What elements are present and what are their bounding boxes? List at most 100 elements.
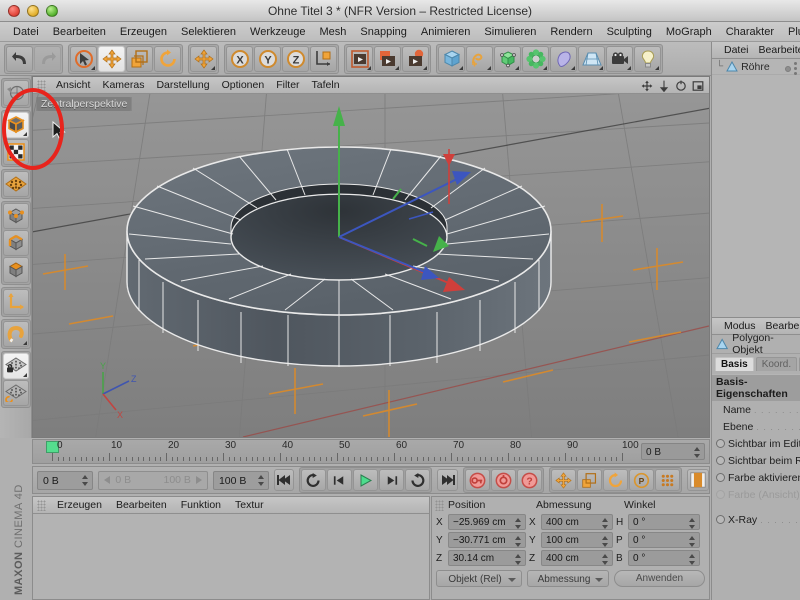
stepper-arrows-icon[interactable] (515, 518, 522, 529)
deformer-button[interactable] (550, 46, 577, 72)
menu-item-charakter[interactable]: Charakter (719, 22, 781, 42)
key-parameter-button[interactable]: P (629, 469, 654, 491)
points-mode-button[interactable] (3, 171, 29, 197)
workplane-button[interactable] (3, 380, 29, 406)
size-mode-dropdown[interactable]: Abmessung (527, 570, 609, 587)
points-component-button[interactable] (3, 203, 29, 229)
next-key-button[interactable] (405, 469, 430, 491)
lock-x-axis-button[interactable]: X (226, 46, 253, 72)
menu-item-selektieren[interactable]: Selektieren (174, 22, 243, 42)
render-region-button[interactable] (374, 46, 401, 72)
tab-basis[interactable]: Basis (715, 357, 754, 371)
menu-item-plugins[interactable]: Plug-ins (781, 22, 800, 42)
viewport-menu-optionen[interactable]: Optionen (216, 77, 271, 94)
keying-help-button[interactable]: ? (517, 469, 542, 491)
viewport-menu-ansicht[interactable]: Ansicht (50, 77, 96, 94)
step-forward-button[interactable] (379, 469, 404, 491)
timeline-end-field[interactable]: 0 B (641, 443, 705, 460)
array-button[interactable] (522, 46, 549, 72)
undo-button[interactable] (6, 46, 33, 72)
property-visible-render[interactable]: Sichtbar beim Rendern (712, 452, 800, 469)
object-menu-datei[interactable]: Datei (719, 42, 754, 59)
stepper-arrows-icon[interactable] (689, 554, 696, 565)
position-x-field[interactable]: −25.969 cm (448, 514, 526, 530)
property-color-view[interactable]: Farbe (Ansicht) . . (712, 486, 800, 503)
timeline-ruler-bar[interactable]: 0 10 20 30 40 50 60 70 80 90 100 0 B (32, 439, 710, 464)
property-xray[interactable]: X-Ray . . . . . . . . . (712, 511, 800, 528)
rotation-b-field[interactable]: 0 ° (628, 550, 700, 566)
pan-button[interactable] (640, 79, 654, 93)
spline-button[interactable] (466, 46, 493, 72)
autokey-button[interactable] (491, 469, 516, 491)
max-frame-field[interactable]: 100 B (213, 471, 269, 490)
render-settings-button[interactable] (402, 46, 429, 72)
menu-item-werkzeuge[interactable]: Werkzeuge (243, 22, 312, 42)
menu-item-animieren[interactable]: Animieren (414, 22, 478, 42)
camera-button[interactable] (606, 46, 633, 72)
move-axis-button[interactable] (190, 46, 217, 72)
floor-button[interactable] (578, 46, 605, 72)
lock-workplane-button[interactable] (3, 353, 29, 379)
rotation-h-field[interactable]: 0 ° (628, 514, 700, 530)
object-tree[interactable]: └ Röhre (712, 59, 800, 317)
position-y-field[interactable]: −30.771 cm (448, 532, 526, 548)
stepper-arrows-icon[interactable] (694, 447, 701, 458)
rotation-p-field[interactable]: 0 ° (628, 532, 700, 548)
size-y-field[interactable]: 100 cm (541, 532, 613, 548)
stepper-arrows-icon[interactable] (515, 536, 522, 547)
property-visible-editor[interactable]: Sichtbar im Editor (712, 435, 800, 452)
stepper-arrows-icon[interactable] (602, 518, 609, 529)
radio-icon[interactable] (716, 473, 725, 482)
viewport-scene[interactable]: Y Z X (33, 94, 709, 437)
render-view-button[interactable] (346, 46, 373, 72)
menu-item-snapping[interactable]: Snapping (353, 22, 414, 42)
preview-range-field[interactable]: 0 B 100 B (98, 471, 208, 490)
rotate-tool-button[interactable] (154, 46, 181, 72)
viewport-menu-kameras[interactable]: Kameras (96, 77, 150, 94)
world-coordinates-button[interactable] (310, 46, 337, 72)
key-position-button[interactable] (551, 469, 576, 491)
polygons-component-button[interactable] (3, 257, 29, 283)
axis-mode-button[interactable] (3, 289, 29, 315)
object-menu-bearbeiten[interactable]: Bearbeiten (754, 42, 800, 59)
go-to-end-button[interactable] (437, 469, 457, 491)
key-rotation-button[interactable] (603, 469, 628, 491)
maximize-view-button[interactable] (691, 79, 705, 93)
menu-item-erzeugen[interactable]: Erzeugen (113, 22, 174, 42)
nurbs-button[interactable] (494, 46, 521, 72)
stepper-arrows-icon[interactable] (602, 554, 609, 565)
panel-grip-icon[interactable] (435, 500, 444, 511)
viewport-menu-filter[interactable]: Filter (270, 77, 305, 94)
material-menu-bearbeiten[interactable]: Bearbeiten (109, 497, 174, 514)
apply-button[interactable]: Anwenden (614, 570, 705, 587)
object-tags-icon[interactable] (794, 62, 797, 75)
property-enable-color[interactable]: Farbe aktivieren . (712, 469, 800, 486)
object-visibility-dots[interactable] (785, 62, 797, 75)
redo-button[interactable] (34, 46, 61, 72)
material-list[interactable] (33, 514, 429, 599)
step-back-button[interactable] (327, 469, 352, 491)
menu-item-simulieren[interactable]: Simulieren (477, 22, 543, 42)
window-controls[interactable] (0, 5, 58, 17)
size-z-field[interactable]: 400 cm (541, 550, 613, 566)
radio-icon[interactable] (716, 490, 725, 499)
panel-grip-icon[interactable] (37, 500, 46, 511)
viewport-menu-darstellung[interactable]: Darstellung (150, 77, 215, 94)
lock-z-axis-button[interactable]: Z (282, 46, 309, 72)
stepper-arrows-icon[interactable] (258, 475, 265, 486)
timeline-ruler[interactable]: 0 10 20 30 40 50 60 70 80 90 100 (39, 440, 637, 464)
material-menu-erzeugen[interactable]: Erzeugen (50, 497, 109, 514)
texture-mode-button[interactable] (3, 139, 29, 165)
move-tool-button[interactable] (98, 46, 125, 72)
radio-icon[interactable] (716, 515, 725, 524)
orbit-button[interactable] (674, 79, 688, 93)
viewport-3d[interactable]: Y Z X Zentralperspektive (33, 94, 709, 437)
timeline-filmstrip-button[interactable] (687, 469, 709, 491)
menu-item-datei[interactable]: Datei (6, 22, 46, 42)
stepper-arrows-icon[interactable] (515, 554, 522, 565)
radio-icon[interactable] (716, 456, 725, 465)
live-selection-button[interactable] (70, 46, 97, 72)
menu-item-sculpting[interactable]: Sculpting (600, 22, 659, 42)
viewport-menu-tafeln[interactable]: Tafeln (306, 77, 346, 94)
lock-y-axis-button[interactable]: Y (254, 46, 281, 72)
